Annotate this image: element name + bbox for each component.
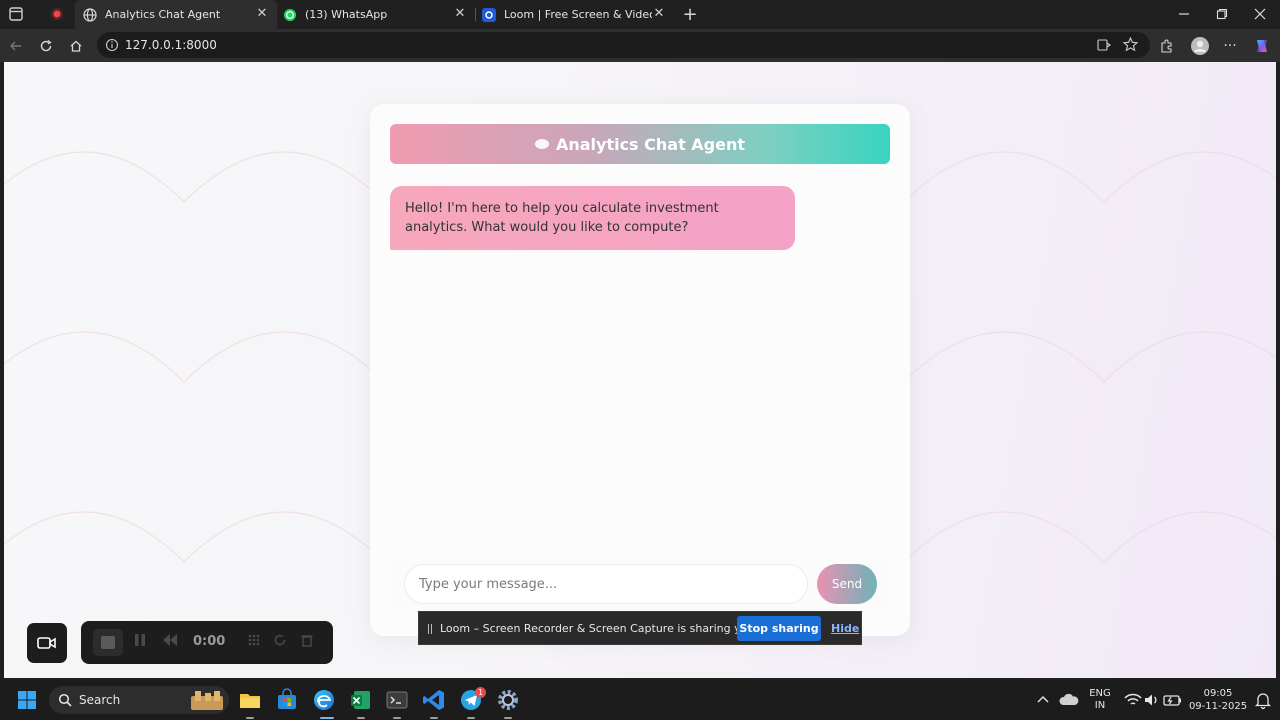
- edge-browser-icon[interactable]: [311, 687, 337, 713]
- rewind-icon[interactable]: [161, 633, 179, 651]
- search-label: Search: [79, 693, 121, 707]
- minimize-icon[interactable]: [1173, 3, 1195, 25]
- loom-icon: [482, 7, 496, 22]
- language-indicator[interactable]: ENG IN: [1088, 688, 1112, 712]
- message-composer: Send: [390, 554, 890, 612]
- home-icon[interactable]: [65, 35, 87, 57]
- tab-analytics-chat-agent[interactable]: Analytics Chat Agent ✕: [75, 0, 277, 29]
- globe-icon: [83, 7, 97, 22]
- drag-handle[interactable]: [428, 624, 432, 634]
- restore-icon[interactable]: [1211, 3, 1233, 25]
- onedrive-cloud-icon[interactable]: [1056, 687, 1082, 713]
- recording-timer: 0:00: [193, 634, 226, 649]
- close-icon[interactable]: ✕: [652, 7, 666, 21]
- notification-bell-icon[interactable]: [1250, 687, 1276, 713]
- loom-recording-controls: 0:00: [81, 621, 333, 664]
- read-aloud-icon[interactable]: [1097, 38, 1111, 52]
- more-menu-icon[interactable]: ···: [1219, 35, 1241, 57]
- drawing-tool-icon[interactable]: [245, 633, 263, 651]
- video-camera-icon: [37, 637, 56, 649]
- new-tab-icon[interactable]: +: [679, 3, 701, 25]
- stop-recording-button[interactable]: [93, 629, 123, 656]
- tab-actions-icon[interactable]: [5, 3, 27, 25]
- close-icon[interactable]: ✕: [453, 7, 467, 21]
- browser-tab-strip: Analytics Chat Agent ✕ (13) WhatsApp ✕ L…: [0, 0, 1280, 29]
- chat-header: Analytics Chat Agent: [390, 124, 890, 164]
- address-bar[interactable]: 127.0.0.1:8000: [97, 32, 1150, 58]
- close-icon[interactable]: ✕: [255, 7, 269, 21]
- stop-sharing-button[interactable]: Stop sharing: [737, 616, 821, 641]
- battery-icon[interactable]: [1159, 687, 1185, 713]
- restart-icon[interactable]: [271, 633, 289, 651]
- tab-whatsapp[interactable]: (13) WhatsApp ✕: [277, 0, 475, 29]
- file-explorer-icon[interactable]: [237, 687, 263, 713]
- favorite-star-icon[interactable]: [1123, 37, 1138, 52]
- clock-date: 09-11-2025: [1188, 701, 1248, 712]
- recording-indicator-icon[interactable]: [46, 3, 68, 25]
- info-icon[interactable]: [105, 38, 119, 52]
- loom-camera-button[interactable]: [27, 623, 67, 663]
- copilot-icon[interactable]: [1251, 35, 1273, 57]
- taskbar-search[interactable]: Search: [49, 686, 229, 714]
- agent-message: Hello! I'm here to help you calculate in…: [390, 186, 795, 250]
- pause-icon[interactable]: [131, 633, 149, 651]
- extensions-icon[interactable]: [1155, 35, 1177, 57]
- tab-loom[interactable]: Loom | Free Screen & Video Reco ✕: [476, 0, 674, 29]
- hide-link[interactable]: Hide: [831, 622, 859, 635]
- search-icon: [58, 693, 72, 707]
- back-icon[interactable]: [5, 35, 27, 57]
- vscode-icon[interactable]: [421, 687, 447, 713]
- terminal-icon[interactable]: [384, 687, 410, 713]
- settings-gear-icon[interactable]: [495, 687, 521, 713]
- refresh-icon[interactable]: [35, 35, 57, 57]
- tab-label: (13) WhatsApp: [305, 8, 388, 21]
- chat-card: Analytics Chat Agent Hello! I'm here to …: [370, 104, 910, 636]
- chat-bubble-icon: [534, 139, 549, 149]
- language-code: ENG: [1089, 688, 1111, 699]
- whatsapp-icon: [284, 8, 296, 21]
- tab-label: Analytics Chat Agent: [105, 8, 221, 21]
- delete-icon[interactable]: [298, 633, 316, 651]
- message-input[interactable]: [404, 564, 808, 604]
- search-highlight-icon: [191, 691, 223, 710]
- send-button[interactable]: Send: [817, 564, 877, 604]
- clock-time: 09:05: [1203, 688, 1233, 699]
- url-text: 127.0.0.1:8000: [125, 38, 217, 52]
- region-code: IN: [1094, 700, 1106, 711]
- notification-badge: 1: [475, 687, 486, 698]
- show-hidden-icons-chevron[interactable]: [1030, 687, 1056, 713]
- tab-label: Loom | Free Screen & Video Reco: [504, 8, 652, 21]
- clock[interactable]: 09:05 09-11-2025: [1188, 687, 1248, 713]
- agent-message-text: Hello! I'm here to help you calculate in…: [405, 201, 719, 235]
- browser-toolbar: 127.0.0.1:8000 ···: [0, 29, 1280, 62]
- windows-start-icon[interactable]: [14, 687, 40, 713]
- microsoft-store-icon[interactable]: [274, 687, 300, 713]
- page-viewport: Analytics Chat Agent Hello! I'm here to …: [4, 62, 1276, 678]
- profile-avatar[interactable]: [1189, 35, 1211, 57]
- excel-icon[interactable]: [348, 687, 374, 713]
- screen-sharing-bar: Loom – Screen Recorder & Screen Capture …: [418, 611, 862, 645]
- chat-title: Analytics Chat Agent: [555, 134, 746, 154]
- close-window-icon[interactable]: [1249, 3, 1271, 25]
- windows-taskbar: Search 1 ENG IN 09:05 09-11-2025: [0, 680, 1280, 720]
